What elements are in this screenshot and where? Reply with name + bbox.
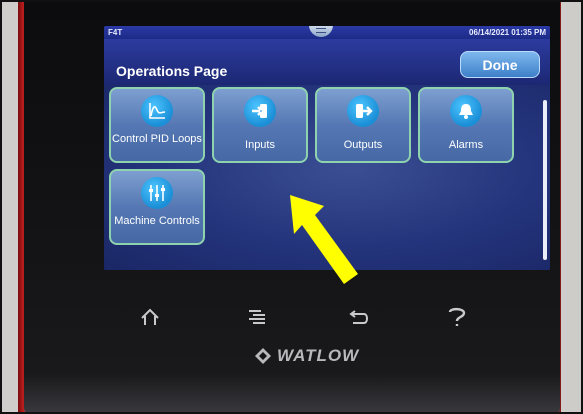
image-border <box>0 0 583 414</box>
